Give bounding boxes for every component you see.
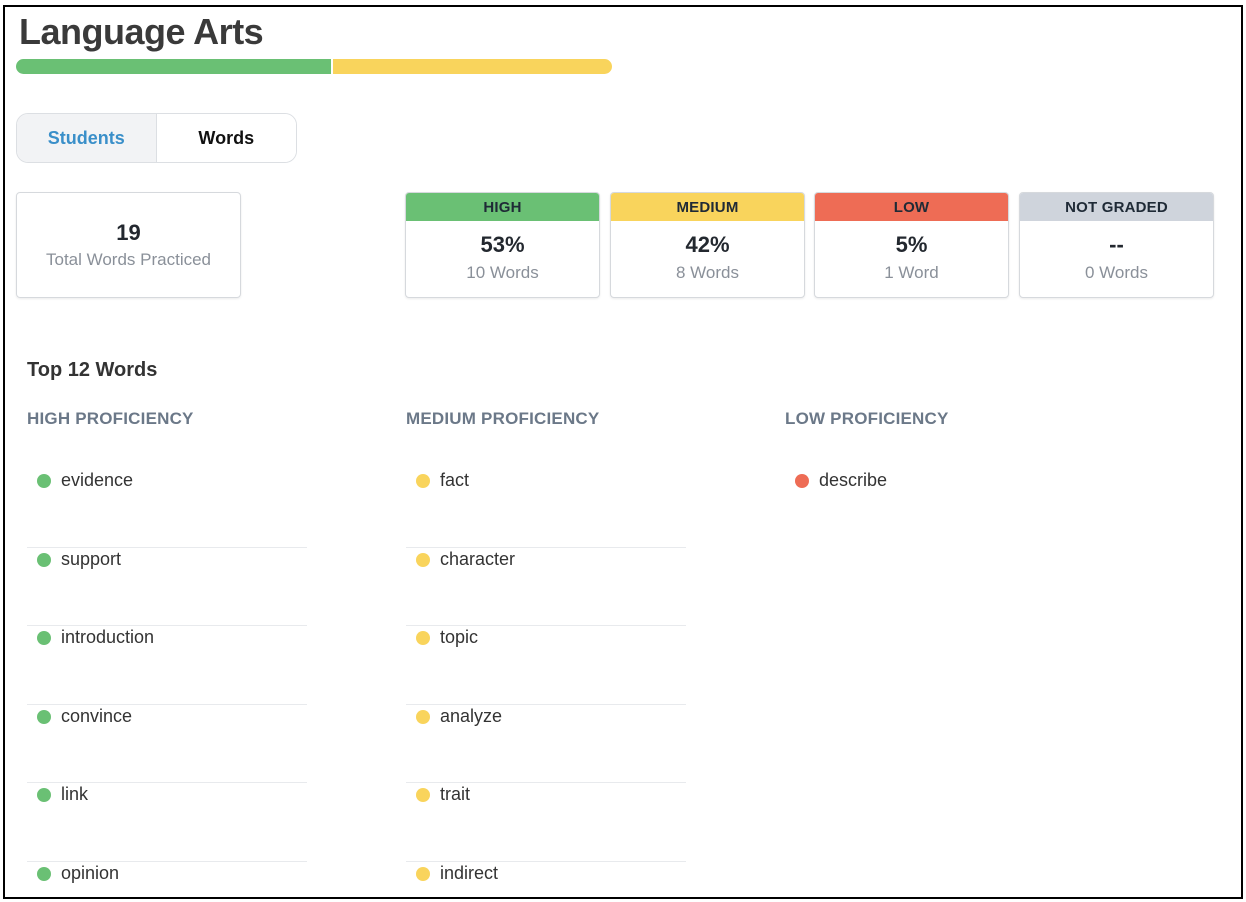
word-label: indirect — [440, 862, 499, 883]
proficiency-dot-icon — [37, 709, 51, 724]
low-proficiency-column: LOW PROFICIENCY describe — [785, 409, 1065, 548]
word-item: topic — [406, 626, 686, 705]
stat-card-percent: 53% — [480, 232, 525, 257]
stat-card-count: 0 Words — [1085, 263, 1148, 282]
proficiency-dot-icon — [416, 552, 430, 567]
word-label: character — [440, 548, 516, 569]
word-label: convince — [61, 705, 133, 726]
tab-students[interactable]: Students — [17, 114, 157, 162]
column-heading: LOW PROFICIENCY — [785, 409, 949, 428]
word-item: link — [27, 783, 307, 862]
progress-segment-medium — [332, 59, 612, 74]
total-words-value: 19 — [116, 220, 141, 245]
word-item: evidence — [27, 469, 307, 548]
word-item: indirect — [406, 862, 686, 898]
proficiency-dot-icon — [416, 788, 430, 802]
proficiency-dot-icon — [37, 474, 51, 488]
word-item: analyze — [406, 705, 686, 783]
proficiency-dot-icon — [37, 631, 51, 645]
word-label: support — [61, 548, 122, 569]
proficiency-dot-icon — [37, 866, 51, 881]
word-item: introduction — [27, 626, 307, 705]
stat-card-count: 8 Words — [676, 263, 739, 282]
word-list: fact character topic analyze trait indirect — [406, 469, 686, 898]
word-list: evidence support introduction convince link o… — [27, 469, 307, 898]
stat-card-percent: -- — [1109, 232, 1124, 257]
word-label: analyze — [440, 705, 503, 726]
word-label: describe — [819, 470, 888, 490]
proficiency-dot-icon — [416, 474, 430, 488]
progress-segment-high — [16, 59, 331, 74]
stat-card-high: HIGH 53% 10 Words — [405, 192, 600, 298]
column-heading: HIGH PROFICIENCY — [27, 409, 194, 428]
stat-card-header: MEDIUM — [611, 193, 804, 221]
total-words-card: 19 Total Words Practiced — [16, 192, 241, 298]
word-item: character — [406, 548, 686, 626]
word-item: opinion — [27, 862, 307, 898]
report-panel: Language Arts Students Words 19 Total Wo… — [3, 5, 1243, 899]
word-item: support — [27, 548, 307, 626]
word-label: link — [61, 784, 89, 804]
proficiency-dot-icon — [416, 866, 430, 881]
word-item: describe — [785, 469, 1065, 548]
proficiency-dot-icon — [795, 474, 809, 488]
column-heading: MEDIUM PROFICIENCY — [406, 409, 600, 428]
stat-card-header: HIGH — [406, 193, 599, 221]
stat-card-header: LOW — [815, 193, 1008, 221]
proficiency-dot-icon — [37, 552, 51, 567]
proficiency-progress-bar — [16, 59, 612, 74]
stat-card-not-graded: NOT GRADED -- 0 Words — [1019, 192, 1214, 298]
medium-proficiency-column: MEDIUM PROFICIENCY fact character topic ana… — [406, 409, 686, 898]
proficiency-dot-icon — [416, 631, 430, 645]
top-words-title: Top 12 Words — [27, 359, 158, 381]
high-proficiency-column: HIGH PROFICIENCY evidence support introduc… — [27, 409, 307, 898]
word-label: trait — [440, 784, 471, 804]
word-item: fact — [406, 469, 686, 548]
stat-card-percent: 42% — [685, 232, 730, 257]
total-words-label: Total Words Practiced — [45, 250, 212, 269]
proficiency-dot-icon — [416, 709, 430, 724]
word-item: trait — [406, 783, 686, 862]
view-toggle: Students Words — [16, 113, 297, 163]
word-label: topic — [440, 627, 479, 647]
word-label: opinion — [61, 862, 120, 883]
stat-card-low: LOW 5% 1 Word — [814, 192, 1009, 298]
proficiency-dot-icon — [37, 788, 51, 802]
page-title: Language Arts — [19, 11, 264, 52]
stat-card-header: NOT GRADED — [1020, 193, 1213, 221]
stat-card-count: 10 Words — [466, 263, 539, 282]
stat-card-medium: MEDIUM 42% 8 Words — [610, 192, 805, 298]
stat-card-percent: 5% — [895, 232, 928, 257]
word-label: evidence — [61, 470, 134, 490]
tab-words[interactable]: Words — [156, 114, 296, 162]
word-label: introduction — [61, 627, 155, 647]
word-item: convince — [27, 705, 307, 783]
stat-card-count: 1 Word — [884, 263, 939, 282]
word-list: describe — [785, 469, 1065, 548]
word-label: fact — [440, 470, 470, 490]
